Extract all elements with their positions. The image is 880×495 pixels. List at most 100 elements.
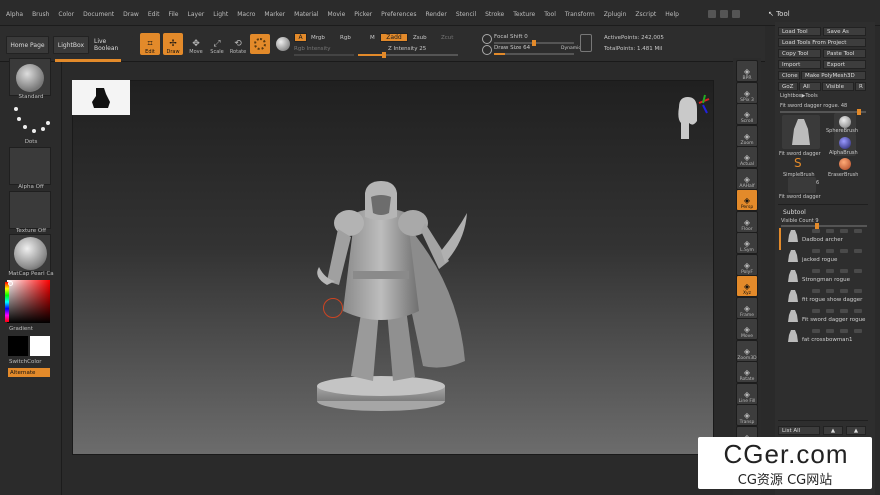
shelf-button-bpr[interactable]: ◈ BPR: [736, 60, 758, 82]
draw-button[interactable]: ✢ Draw: [163, 33, 183, 55]
focal-shift-slider[interactable]: [494, 40, 574, 46]
eye-toggle-icon[interactable]: [854, 289, 862, 293]
polypaint-toggle-icon[interactable]: [812, 309, 820, 313]
subtool-row[interactable]: jacked rogue: [782, 248, 868, 265]
shelf-button-transp[interactable]: ◈ Transp: [736, 404, 758, 426]
lock-toggle-icon[interactable]: [840, 269, 848, 273]
shelf-button-frame[interactable]: ◈ Frame: [736, 296, 758, 319]
menu-item-preferences[interactable]: Preferences: [381, 11, 416, 18]
menu-item-document[interactable]: Document: [83, 11, 114, 18]
zadd-button[interactable]: Zadd: [380, 33, 408, 42]
clone-button[interactable]: Clone: [778, 71, 800, 80]
draw-size-slider[interactable]: [494, 53, 574, 55]
menu-item-help[interactable]: Help: [665, 11, 679, 18]
visible-button[interactable]: Visible: [822, 82, 854, 91]
current-tool-knob[interactable]: [857, 109, 862, 115]
lock-toggle-icon[interactable]: [840, 329, 848, 333]
subtool-row[interactable]: fit rogue show dagger: [782, 288, 868, 305]
z-intensity-knob[interactable]: [382, 52, 386, 58]
menu-item-zplugin[interactable]: Zplugin: [604, 11, 627, 18]
visibility-toggle-icon[interactable]: [826, 249, 834, 253]
menu-item-light[interactable]: Light: [213, 11, 228, 18]
layout-icon[interactable]: [720, 10, 728, 18]
z-intensity-slider[interactable]: [358, 52, 458, 58]
goz-button[interactable]: GoZ: [778, 82, 798, 91]
eye-toggle-icon[interactable]: [854, 229, 862, 233]
shelf-button-rotate[interactable]: ◈ Rotate: [736, 361, 758, 383]
lock-toggle-icon[interactable]: [840, 229, 848, 233]
menu-icon[interactable]: [732, 10, 740, 18]
eye-toggle-icon[interactable]: [854, 249, 862, 253]
subtool-row[interactable]: Strongman rogue: [782, 268, 868, 285]
menu-item-brush[interactable]: Brush: [32, 11, 49, 18]
copy-tool-button[interactable]: Copy Tool: [778, 49, 821, 58]
matcap-tile[interactable]: [9, 234, 51, 272]
eye-toggle-icon[interactable]: [854, 269, 862, 273]
shelf-button-l-sym[interactable]: ◈ L.Sym: [736, 232, 758, 254]
shelf-button-move[interactable]: ◈ Move: [736, 318, 758, 340]
menu-item-movie[interactable]: Movie: [328, 11, 346, 18]
shelf-button-xyz[interactable]: ◈ Xyz: [736, 275, 758, 297]
menu-item-picker[interactable]: Picker: [354, 11, 372, 18]
focal-shift-icon[interactable]: [482, 34, 492, 44]
export-button[interactable]: Export: [823, 60, 866, 69]
m-button[interactable]: M: [370, 35, 375, 41]
dots-stroke-tile[interactable]: [9, 102, 51, 140]
scale-button[interactable]: ⤢ Scale: [207, 33, 227, 55]
save-as-button[interactable]: Save As: [823, 27, 866, 36]
lock-toggle-icon[interactable]: [840, 289, 848, 293]
menu-item-material[interactable]: Material: [294, 11, 318, 18]
fit-sword-dagger-thumb[interactable]: [782, 115, 820, 149]
polypaint-toggle-icon[interactable]: [812, 229, 820, 233]
shelf-button-zoom[interactable]: ◈ Zoom: [736, 124, 758, 147]
polypaint-toggle-icon[interactable]: [812, 269, 820, 273]
a-toggle[interactable]: A: [294, 33, 307, 42]
subtool-row[interactable]: Dadbod archer: [782, 228, 868, 245]
menu-item-color[interactable]: Color: [58, 11, 74, 18]
polypaint-toggle-icon[interactable]: [812, 249, 820, 253]
draw-size-icon[interactable]: [482, 45, 492, 55]
subtool-header[interactable]: Subtool: [783, 209, 806, 216]
polypaint-toggle-icon[interactable]: [812, 289, 820, 293]
move-up-button[interactable]: ▲: [823, 426, 843, 435]
secondary-color-swatch[interactable]: [30, 336, 50, 356]
viewport-canvas[interactable]: [72, 80, 714, 455]
shelf-button-zoom3d[interactable]: ◈ Zoom3D: [736, 339, 758, 362]
document-thumbnail[interactable]: [72, 80, 130, 115]
menu-item-texture[interactable]: Texture: [513, 11, 535, 18]
visibility-toggle-icon[interactable]: [826, 229, 834, 233]
shelf-button-polyf[interactable]: ◈ PolyF: [736, 253, 758, 276]
paste-tool-button[interactable]: Paste Tool: [823, 49, 866, 58]
menu-item-transform[interactable]: Transform: [565, 11, 595, 18]
list-all-button[interactable]: List All: [778, 426, 820, 435]
visibility-toggle-icon[interactable]: [826, 309, 834, 313]
gradient-label[interactable]: Gradient: [0, 326, 62, 332]
mrgb-button[interactable]: Mrgb: [311, 35, 325, 41]
visible-r-button[interactable]: R: [855, 82, 866, 91]
visible-count-slider[interactable]: [781, 223, 867, 229]
alpha-tile[interactable]: [9, 147, 51, 185]
hue-strip[interactable]: [5, 282, 9, 322]
minimize-icon[interactable]: [708, 10, 716, 18]
edit-button[interactable]: ⌗ Edit: [140, 33, 160, 55]
shelf-button-aahalf[interactable]: ◈ AAHalf: [736, 167, 758, 190]
material-sphere-icon[interactable]: [276, 37, 290, 51]
tool-palette-pin-icon[interactable]: ↖: [768, 10, 776, 18]
all-button[interactable]: All: [799, 82, 821, 91]
switch-color-label[interactable]: SwitchColor: [0, 359, 62, 365]
menu-item-marker[interactable]: Marker: [264, 11, 285, 18]
dynamic-button[interactable]: Dynamic: [561, 46, 581, 51]
shelf-button-spix-3[interactable]: ◈ SPix 3: [736, 81, 758, 104]
menu-item-macro[interactable]: Macro: [237, 11, 255, 18]
fit-sword-dagger-small-thumb[interactable]: [788, 177, 816, 193]
main-color-swatch[interactable]: [8, 336, 28, 356]
shelf-button-actual[interactable]: ◈ Actual: [736, 146, 758, 168]
polypaint-toggle-icon[interactable]: [812, 329, 820, 333]
home-page-button[interactable]: Home Page: [6, 36, 49, 54]
rgb-button[interactable]: Rgb: [340, 35, 351, 41]
standard-brush-tile[interactable]: [9, 58, 51, 96]
color-picker[interactable]: [7, 280, 50, 323]
lightbox-button[interactable]: LightBox: [53, 36, 89, 54]
menu-item-render[interactable]: Render: [425, 11, 446, 18]
move-down-button[interactable]: ▲: [846, 426, 866, 435]
